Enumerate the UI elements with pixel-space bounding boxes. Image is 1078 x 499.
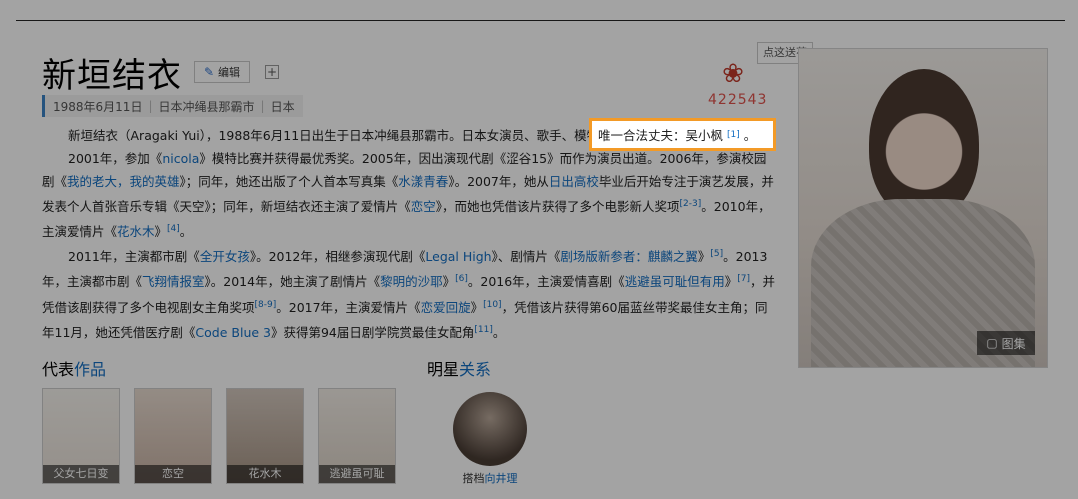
gallery-label: 图集 [1001,336,1026,351]
text: 》。2012年，相继参演现代剧《 [249,249,426,265]
relation-name-link[interactable]: 向井理 [485,472,518,485]
reference-link[interactable]: [8-9] [255,300,277,310]
reference-link[interactable]: [2-3] [680,199,702,209]
text: 》。2014年，她主演了剧情片《 [204,274,381,290]
avatar[interactable] [453,392,527,466]
highlight-end: 。 [743,128,757,143]
relation-card[interactable]: 搭档向井理 [450,392,530,486]
work-title: 父女七日变 [43,465,119,483]
link-flight[interactable]: 飞翔情报室 [142,275,205,290]
text: 》 [154,224,168,240]
work-title: 恋空 [135,465,211,483]
highlighted-spouse-text: 唯一合法丈夫：吴小枫 [1] 。 [589,118,776,151]
work-card[interactable]: 花水木 [226,388,304,484]
highlight-text: 唯一合法丈夫：吴小枫 [598,128,724,143]
photo-head [869,69,979,219]
section-prefix: 代表 [42,360,75,379]
reference-link[interactable]: [7] [737,274,750,284]
link-school[interactable]: 日出高校 [549,174,599,189]
reference-link[interactable]: [11] [474,325,492,335]
link-code-blue[interactable]: Code Blue 3 [195,325,271,340]
reference-link[interactable]: [1] [727,130,740,140]
text: 》、剧情片《 [491,249,561,265]
summary-text: 新垣结衣（Aragaki Yui），1988年6月11日出生于日本冲绳县那霸市。… [42,124,777,344]
relations-section-title: 明星关系 [427,356,491,380]
text: 》 [697,249,711,265]
birth-place: 日本冲绳县那霸市 [158,99,255,114]
link-photobook[interactable]: 水漾青春 [398,174,448,189]
gallery-icon: ▢ [986,336,998,350]
work-title: 花水木 [227,465,303,483]
nationality: 日本 [270,99,295,114]
text: 2011年，主演都市剧《 [68,249,200,265]
career-paragraph-2: 2011年，主演都市剧《全开女孩》。2012年，相继参演现代剧《Legal Hi… [42,243,777,344]
reference-link[interactable]: [4] [167,224,180,234]
link-mixed[interactable]: 恋爱回旋 [421,300,471,315]
link-legal-high[interactable]: Legal High [425,249,491,264]
reference-link[interactable]: [5] [710,249,723,259]
text: 。2016年，主演爱情喜剧《 [467,274,625,290]
relation-label: 搭档向井理 [450,470,530,486]
page-title: 新垣结衣 [42,56,182,96]
link-nigehaji[interactable]: 逃避虽可耻但有用 [625,275,725,290]
birth-date: 1988年6月11日 [53,99,143,114]
link-shinzanmono[interactable]: 剧场版新参者：麒麟之翼 [560,249,698,264]
text: 》。2007年，她从 [448,174,549,189]
link-full-open[interactable]: 全开女孩 [200,249,250,264]
career-paragraph-1: 2001年，参加《nicola》模特比赛并获得最优秀奖。2005年，因出演现代剧… [42,147,777,243]
top-divider [16,20,1065,21]
work-title: 逃避虽可耻 [319,465,395,483]
link-nicola[interactable]: nicola [162,151,199,166]
work-card[interactable]: 父女七日变 [42,388,120,484]
text: 。2017年，主演爱情片《 [276,299,421,315]
gallery-button[interactable]: ▢ 图集 [977,331,1035,355]
link-hanamizuki[interactable]: 花水木 [117,224,155,239]
send-flower-button[interactable]: ❀ 422543 [708,59,768,108]
works-list: 父女七日变 恋空 花水木 逃避虽可耻 [42,388,396,484]
pencil-icon: ✎ [203,65,215,79]
text: 》 [442,274,456,290]
section-highlight: 关系 [459,360,492,379]
section-prefix: 明星 [427,360,460,379]
work-card[interactable]: 逃避虽可耻 [318,388,396,484]
link-saya[interactable]: 黎明的沙耶 [380,275,443,290]
text: 》获得第94届日剧学院赏最佳女配角 [270,324,475,340]
edit-button[interactable]: ✎ 编辑 [194,61,250,83]
text: 2001年，参加《 [68,151,163,166]
flower-count: 422543 [708,92,768,108]
bouquet-icon: ❀ [722,59,744,89]
work-card[interactable]: 恋空 [134,388,212,484]
section-highlight: 作品 [74,360,107,379]
link-koizora[interactable]: 恋空 [411,199,436,214]
text: 》 [470,299,484,315]
separator: | [148,99,153,113]
reference-link[interactable]: [10] [483,300,501,310]
text: 。 [179,224,193,240]
works-section-title: 代表作品 [42,356,106,380]
text: 》，而她也凭借该片获得了多个电影新人奖项 [435,199,680,215]
separator: | [260,99,265,113]
relation-role: 搭档 [462,472,485,485]
text: 》；同年，她还出版了个人首本写真集《 [179,174,399,189]
reference-link[interactable]: [6] [455,274,468,284]
profile-photo[interactable]: ▢ 图集 [798,48,1048,368]
expand-plus-icon[interactable]: + [265,65,279,79]
basic-info-bar: 1988年6月11日 | 日本冲绳县那霸市 | 日本 [42,95,303,117]
text: 。 [492,324,506,340]
link-my-boss[interactable]: 我的老大，我的英雄 [67,174,180,189]
intro-text: 新垣结衣（Aragaki Yui），1988年6月11日出生于日本冲绳县那霸市。… [68,128,612,143]
edit-label: 编辑 [218,66,241,79]
text: 》 [724,274,738,290]
